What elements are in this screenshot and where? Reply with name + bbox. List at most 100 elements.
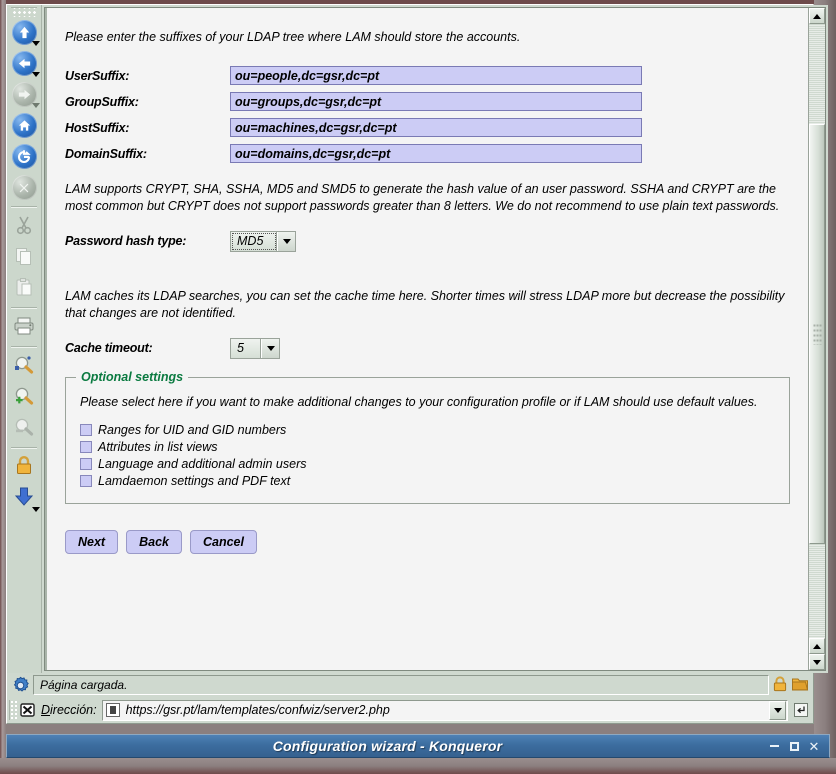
- toolbar-drag-grip[interactable]: [11, 7, 37, 17]
- address-bar-drag-grip[interactable]: [9, 700, 17, 720]
- hash-description-text: LAM supports CRYPT, SHA, SSHA, MD5 and S…: [65, 182, 780, 213]
- toolbar-separator: [11, 447, 37, 449]
- address-label-rest: irección:: [50, 703, 97, 717]
- home-icon: [11, 113, 37, 138]
- field-row-group-suffix: GroupSuffix:: [65, 92, 790, 111]
- checkbox-row-list-attributes[interactable]: Attributes in list views: [80, 440, 775, 454]
- toolbar-button-copy[interactable]: [7, 242, 41, 273]
- status-message: Página cargada.: [33, 675, 769, 695]
- select-cache-timeout[interactable]: 5: [230, 337, 280, 359]
- toolbar-button-reload[interactable]: [7, 141, 41, 172]
- page-canvas: Please enter the suffixes of your LDAP t…: [45, 8, 808, 670]
- stop-icon: [11, 175, 37, 200]
- maximize-button[interactable]: [788, 740, 800, 752]
- checkbox-label-uid-gid-ranges: Ranges for UID and GID numbers: [98, 422, 287, 437]
- address-label: Dirección:: [39, 703, 102, 717]
- toolbar-button-stop[interactable]: [7, 172, 41, 203]
- input-user-suffix[interactable]: [230, 66, 642, 85]
- chevron-down-icon[interactable]: [277, 231, 295, 251]
- checkbox-row-uid-gid-ranges[interactable]: Ranges for UID and GID numbers: [80, 423, 775, 437]
- field-row-domain-suffix: DomainSuffix:: [65, 144, 790, 163]
- page-vertical-scrollbar[interactable]: [808, 8, 825, 670]
- toolbar-button-forward[interactable]: [7, 79, 41, 110]
- select-password-hash-type[interactable]: MD5: [230, 230, 296, 252]
- toolbar-button-find[interactable]: [7, 351, 41, 382]
- field-row-host-suffix: HostSuffix:: [65, 118, 790, 137]
- label-host-suffix: HostSuffix:: [65, 120, 130, 135]
- input-host-suffix[interactable]: [230, 118, 642, 137]
- main-toolbar: [7, 5, 42, 673]
- go-enter-icon[interactable]: [791, 700, 811, 721]
- window-title: Configuration wizard - Konqueror: [272, 738, 503, 754]
- chevron-down-icon[interactable]: [32, 41, 40, 46]
- checkbox-uid-gid-ranges[interactable]: [80, 423, 92, 436]
- paste-icon: [14, 277, 34, 300]
- scroll-up-button-bottom[interactable]: [809, 638, 825, 654]
- window-title-bar[interactable]: Configuration wizard - Konqueror ✕: [6, 734, 830, 758]
- konqueror-window: Please enter the suffixes of your LDAP t…: [0, 0, 836, 774]
- padlock-icon[interactable]: [771, 675, 789, 696]
- browser-upper-region: Please enter the suffixes of your LDAP t…: [7, 5, 828, 673]
- toolbar-button-security[interactable]: [7, 452, 41, 483]
- toolbar-button-paste[interactable]: [7, 273, 41, 304]
- toolbar-button-back[interactable]: [7, 48, 41, 79]
- toolbar-button-downloads[interactable]: [7, 483, 41, 514]
- toolbar-button-home[interactable]: [7, 110, 41, 141]
- address-url-input[interactable]: [123, 702, 769, 718]
- optional-settings-description: Please select here if you want to make a…: [80, 394, 758, 409]
- window-controls: ✕: [768, 740, 829, 753]
- input-domain-suffix[interactable]: [230, 144, 642, 163]
- chevron-down-icon[interactable]: [32, 507, 40, 512]
- scrollbar-track[interactable]: [809, 24, 825, 638]
- browser-client-area: Please enter the suffixes of your LDAP t…: [6, 4, 828, 724]
- select-cache-timeout-value: 5: [231, 338, 261, 358]
- chevron-down-icon[interactable]: [769, 700, 786, 720]
- next-button[interactable]: Next: [65, 529, 119, 554]
- page-region: Please enter the suffixes of your LDAP t…: [42, 5, 828, 673]
- lam-config-wizard-form: Please enter the suffixes of your LDAP t…: [47, 8, 808, 566]
- cancel-button[interactable]: Cancel: [189, 529, 257, 554]
- optional-settings-fieldset: Optional settings Please select here if …: [65, 369, 790, 504]
- reload-icon: [11, 144, 37, 169]
- toolbar-button-print[interactable]: [7, 312, 41, 343]
- chevron-down-icon[interactable]: [32, 103, 40, 108]
- chevron-down-icon[interactable]: [32, 72, 40, 77]
- chevron-down-icon[interactable]: [261, 338, 279, 358]
- checkbox-lamdaemon-pdf[interactable]: [80, 474, 92, 487]
- toolbar-separator: [11, 206, 37, 208]
- input-group-suffix[interactable]: [230, 92, 642, 111]
- checkbox-row-lamdaemon-pdf[interactable]: Lamdaemon settings and PDF text: [80, 474, 775, 488]
- status-bar: Página cargada.: [7, 673, 813, 697]
- page-viewport: Please enter the suffixes of your LDAP t…: [44, 7, 826, 671]
- clear-location-icon[interactable]: [17, 699, 39, 721]
- toolbar-button-cut[interactable]: [7, 211, 41, 242]
- back-button[interactable]: Back: [126, 529, 182, 554]
- checkbox-language-admins[interactable]: [80, 457, 92, 470]
- print-icon: [13, 316, 35, 339]
- checkbox-row-language-admins[interactable]: Language and additional admin users: [80, 457, 775, 471]
- optional-settings-legend: Optional settings: [76, 369, 189, 384]
- label-cache-timeout: Cache timeout:: [65, 341, 153, 355]
- close-button[interactable]: ✕: [808, 740, 820, 753]
- label-group-suffix: GroupSuffix:: [65, 94, 139, 109]
- toolbar-separator: [11, 307, 37, 309]
- konqueror-gear-icon[interactable]: [9, 674, 31, 696]
- checkbox-label-lamdaemon-pdf: Lamdaemon settings and PDF text: [98, 473, 291, 488]
- checkbox-list-attributes[interactable]: [80, 440, 92, 453]
- zoom-out-icon: [13, 417, 35, 440]
- scrollbar-thumb[interactable]: [809, 124, 825, 544]
- find-icon: [13, 355, 35, 378]
- toolbar-button-zoom-out[interactable]: [7, 413, 41, 444]
- address-input-wrap[interactable]: [101, 699, 788, 721]
- scroll-down-button[interactable]: [809, 654, 825, 670]
- field-row-cache-timeout: Cache timeout: 5: [65, 337, 790, 359]
- minimize-button[interactable]: [768, 740, 780, 752]
- scroll-up-button[interactable]: [809, 8, 825, 24]
- checkbox-label-list-attributes: Attributes in list views: [98, 439, 218, 454]
- folder-icon[interactable]: [791, 675, 809, 696]
- window-frame-bottom: [0, 758, 836, 774]
- security-lock-icon: [14, 455, 34, 480]
- toolbar-button-up[interactable]: [7, 17, 41, 48]
- toolbar-button-zoom-in[interactable]: [7, 382, 41, 413]
- field-row-user-suffix: UserSuffix:: [65, 66, 790, 85]
